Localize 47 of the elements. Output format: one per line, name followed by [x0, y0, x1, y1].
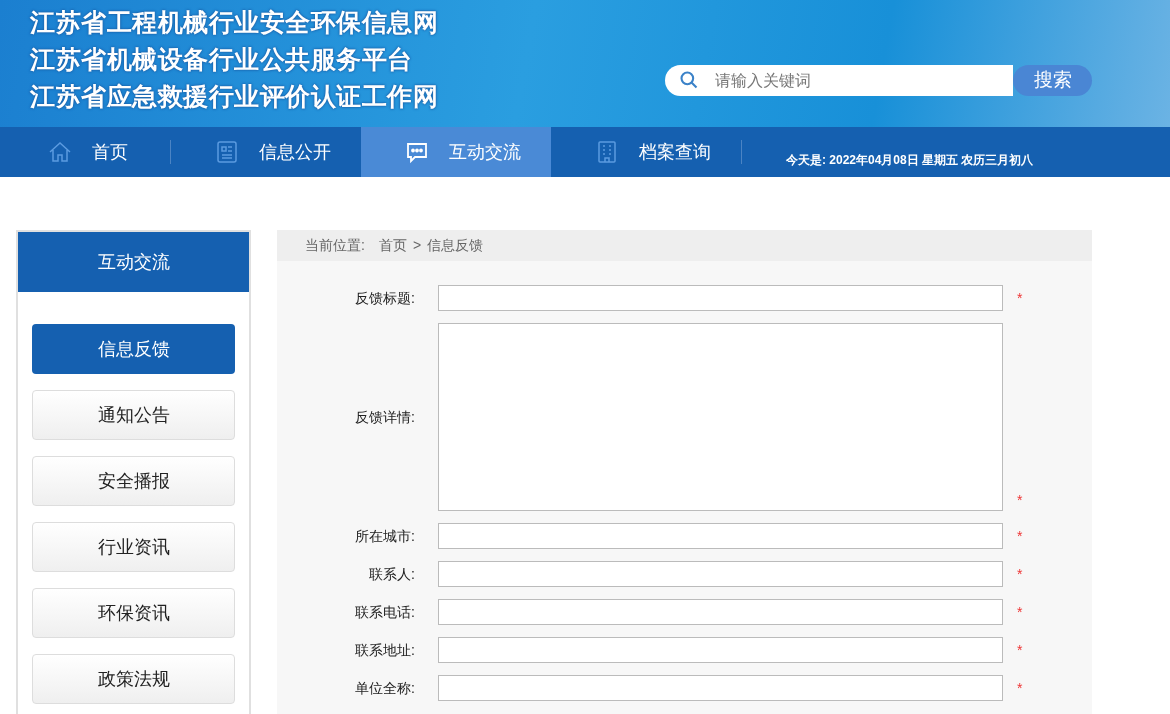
sidebar-title: 互动交流: [18, 232, 249, 292]
sidebar-item[interactable]: 行业资讯: [32, 522, 235, 572]
field-label: 联系电话:: [354, 602, 415, 622]
input-field[interactable]: [438, 561, 1003, 587]
text-area[interactable]: [438, 323, 1003, 511]
field-label: 反馈标题:: [354, 288, 415, 308]
date-text: 今天是: 2022年04月08日 星期五 农历三月初八: [786, 152, 1034, 169]
sidebar-item[interactable]: 环保资讯: [32, 588, 235, 638]
site-title: 江苏省机械设备行业公共服务平台: [30, 44, 414, 75]
required-mark: *: [1017, 640, 1023, 660]
breadcrumb-separator: >: [412, 236, 422, 255]
breadcrumb-label: 当前位置:: [305, 236, 365, 255]
field-label: 反馈详情:: [354, 407, 415, 427]
required-mark: *: [1017, 491, 1023, 510]
search-button[interactable]: 搜索: [1013, 65, 1092, 96]
required-mark: *: [1017, 526, 1023, 546]
field-label: 联系人:: [368, 564, 415, 584]
building-icon: [595, 140, 619, 164]
input-field[interactable]: [438, 675, 1003, 701]
required-mark: *: [1017, 288, 1023, 308]
document-icon: [215, 140, 239, 164]
chat-icon: [405, 140, 429, 164]
nav-tab[interactable]: 首页: [0, 127, 170, 177]
input-field[interactable]: [438, 599, 1003, 625]
site-title: 江苏省应急救援行业评价认证工作网: [30, 81, 438, 112]
home-icon: [48, 140, 72, 164]
sidebar-item[interactable]: 安全播报: [32, 456, 235, 506]
field-label: 单位全称:: [354, 678, 415, 698]
search-icon: [679, 70, 699, 90]
search-field[interactable]: 请输入关键词: [665, 65, 1013, 96]
sidebar-item[interactable]: 政策法规: [32, 654, 235, 704]
required-mark: *: [1017, 564, 1023, 584]
nav-tab[interactable]: 信息公开: [171, 127, 361, 177]
input-field[interactable]: [438, 285, 1003, 311]
breadcrumb-link[interactable]: 首页: [378, 235, 407, 256]
field-label: 联系地址:: [354, 640, 415, 660]
required-mark: *: [1017, 602, 1023, 622]
input-field[interactable]: [438, 637, 1003, 663]
sidebar-item[interactable]: 通知公告: [32, 390, 235, 440]
sidebar-item[interactable]: 信息反馈: [32, 324, 235, 374]
breadcrumb-link[interactable]: 信息反馈: [427, 235, 484, 256]
site-title: 江苏省工程机械行业安全环保信息网: [30, 7, 438, 38]
required-mark: *: [1017, 678, 1023, 698]
field-label: 所在城市:: [354, 526, 415, 546]
nav-tab[interactable]: 互动交流: [361, 127, 551, 177]
nav-tab[interactable]: 档案查询: [551, 127, 741, 177]
input-field[interactable]: [438, 523, 1003, 549]
